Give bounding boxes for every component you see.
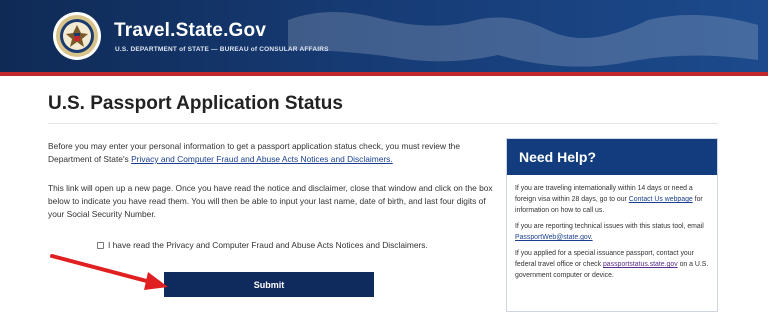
- page-title: U.S. Passport Application Status: [48, 93, 343, 114]
- world-map-background: [288, 11, 758, 67]
- help-technical-text: If you are reporting technical issues wi…: [515, 223, 704, 230]
- need-help-body: If you are traveling internationally wit…: [507, 175, 717, 281]
- passportstatus-link[interactable]: passportstatus.state.gov: [603, 261, 678, 268]
- red-arrow-annotation: [50, 254, 168, 290]
- site-title[interactable]: Travel.State.Gov: [114, 20, 266, 42]
- contact-us-link[interactable]: Contact Us webpage: [629, 196, 693, 203]
- site-subtitle: U.S. DEPARTMENT of STATE — BUREAU of CON…: [115, 46, 329, 53]
- help-paragraph-technical: If you are reporting technical issues wi…: [515, 221, 709, 243]
- intro-paragraph: Before you may enter your personal infor…: [48, 140, 493, 166]
- submit-button[interactable]: Submit: [164, 272, 374, 297]
- need-help-heading: Need Help?: [507, 139, 717, 175]
- site-header: Travel.State.Gov U.S. DEPARTMENT of STAT…: [0, 0, 768, 72]
- privacy-disclaimer-link[interactable]: Privacy and Computer Fraud and Abuse Act…: [131, 154, 393, 164]
- help-paragraph-special: If you applied for a special issuance pa…: [515, 248, 709, 281]
- help-paragraph-travel: If you are traveling internationally wit…: [515, 183, 709, 216]
- state-department-seal-icon[interactable]: [52, 11, 102, 61]
- header-accent-bar: [0, 72, 768, 76]
- need-help-panel: Need Help? If you are traveling internat…: [506, 138, 718, 312]
- instructions-paragraph: This link will open up a new page. Once …: [48, 183, 493, 219]
- passportweb-email-link[interactable]: PassportWeb@state.gov.: [515, 234, 593, 241]
- title-divider: [48, 123, 718, 124]
